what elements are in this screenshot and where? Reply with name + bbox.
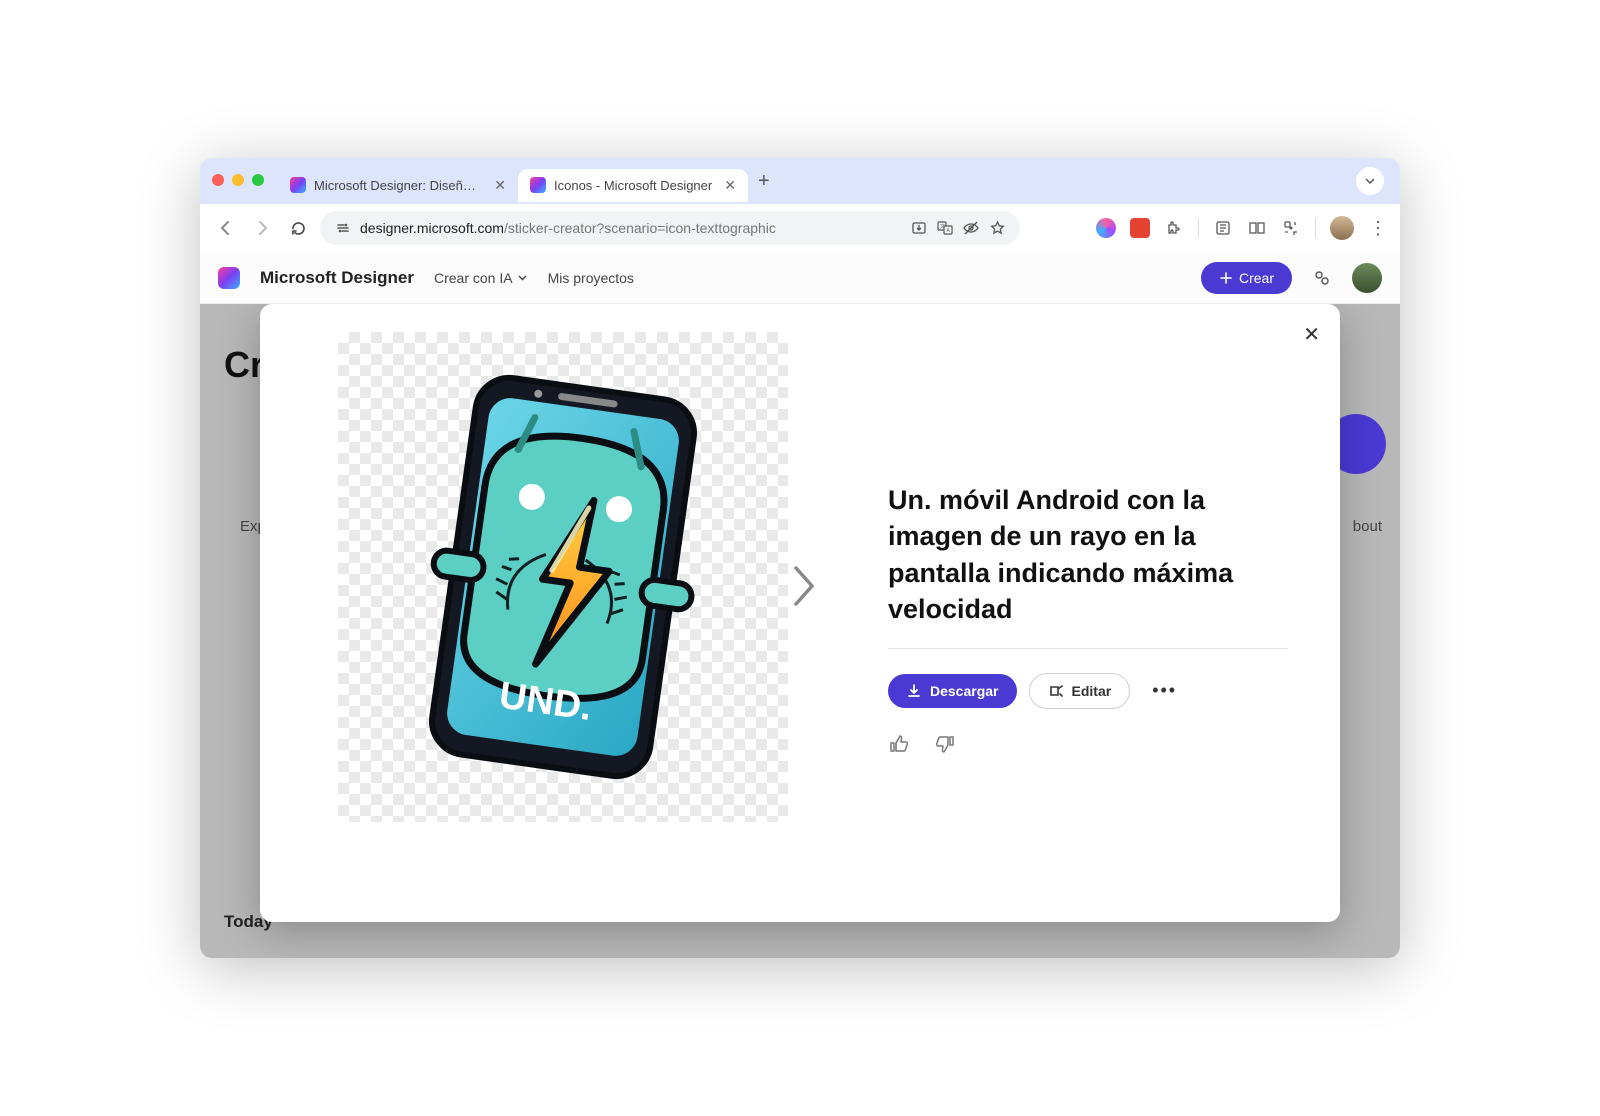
site-settings-icon[interactable] [334, 219, 352, 237]
close-window-button[interactable] [212, 174, 224, 186]
reload-button[interactable] [284, 214, 312, 242]
bookmark-star-icon[interactable] [988, 219, 1006, 237]
notifications-icon[interactable] [1312, 268, 1332, 288]
address-bar[interactable]: designer.microsoft.com/sticker-creator?s… [320, 211, 1020, 245]
image-preview-modal: ✕ [260, 304, 1340, 922]
thumbs-down-button[interactable] [934, 733, 956, 761]
back-button[interactable] [212, 214, 240, 242]
designer-favicon-icon [290, 177, 306, 193]
tab-title: Microsoft Designer: Diseños s [314, 178, 482, 193]
more-options-button[interactable]: ••• [1142, 674, 1187, 707]
reader-mode-icon[interactable] [1247, 218, 1267, 238]
todoist-extension-icon[interactable] [1130, 218, 1150, 238]
nav-crear-con-ia[interactable]: Crear con IA [434, 270, 528, 286]
close-tab-button[interactable]: ✕ [724, 177, 736, 194]
browser-menu-icon[interactable]: ⋮ [1368, 218, 1388, 238]
chevron-down-icon [517, 272, 528, 283]
reading-list-icon[interactable] [1213, 218, 1233, 238]
minimize-window-button[interactable] [232, 174, 244, 186]
download-icon [906, 683, 922, 699]
browser-tab-inactive[interactable]: Microsoft Designer: Diseños s ✕ [278, 169, 518, 202]
new-tab-button[interactable]: + [748, 166, 780, 197]
maximize-window-button[interactable] [252, 174, 264, 186]
thumbs-up-button[interactable] [888, 733, 910, 761]
install-app-icon[interactable] [910, 219, 928, 237]
close-modal-button[interactable]: ✕ [1303, 322, 1320, 347]
details-panel: Un. móvil Android con la imagen de un ra… [888, 482, 1288, 894]
download-button[interactable]: Descargar [888, 674, 1017, 708]
plus-icon [1219, 271, 1233, 285]
bg-heading: Cr [224, 344, 264, 386]
window-controls [212, 174, 264, 186]
tab-bar: Microsoft Designer: Diseños s ✕ Iconos -… [200, 158, 1400, 204]
tab-overflow-button[interactable] [1356, 167, 1384, 195]
edit-icon [1048, 683, 1064, 699]
lens-icon[interactable] [1281, 218, 1301, 238]
tab-title: Iconos - Microsoft Designer [554, 178, 712, 193]
profile-avatar[interactable] [1330, 216, 1354, 240]
feedback-row [888, 733, 1288, 761]
browser-tab-active[interactable]: Iconos - Microsoft Designer ✕ [518, 169, 748, 202]
svg-text:文: 文 [940, 223, 945, 230]
action-row: Descargar Editar ••• [888, 673, 1288, 709]
nav-mis-proyectos[interactable]: Mis proyectos [548, 270, 634, 286]
translate-icon[interactable]: 文A [936, 219, 954, 237]
generated-image[interactable]: UND. [338, 332, 788, 822]
user-avatar[interactable] [1352, 263, 1382, 293]
browser-window: Microsoft Designer: Diseños s ✕ Iconos -… [200, 158, 1400, 958]
close-tab-button[interactable]: ✕ [494, 177, 506, 194]
extension-icon[interactable] [1096, 218, 1116, 238]
android-phone-lightning-icon: UND. [365, 345, 760, 808]
eye-off-icon[interactable] [962, 219, 980, 237]
designer-logo-icon[interactable] [218, 267, 240, 289]
app-title: Microsoft Designer [260, 268, 414, 288]
url-text: designer.microsoft.com/sticker-creator?s… [360, 220, 776, 236]
designer-favicon-icon [530, 177, 546, 193]
crear-button[interactable]: Crear [1201, 262, 1292, 294]
modal-backdrop[interactable]: Cr Exp bout Today ✕ [200, 304, 1400, 958]
browser-toolbar: designer.microsoft.com/sticker-creator?s… [200, 204, 1400, 252]
edit-button[interactable]: Editar [1029, 673, 1131, 709]
app-header: Microsoft Designer Crear con IA Mis proy… [200, 252, 1400, 304]
forward-button[interactable] [248, 214, 276, 242]
bg-label-right: bout [1353, 518, 1382, 535]
next-image-button[interactable] [790, 564, 818, 618]
prompt-text: Un. móvil Android con la imagen de un ra… [888, 482, 1288, 649]
extensions-puzzle-icon[interactable] [1164, 218, 1184, 238]
